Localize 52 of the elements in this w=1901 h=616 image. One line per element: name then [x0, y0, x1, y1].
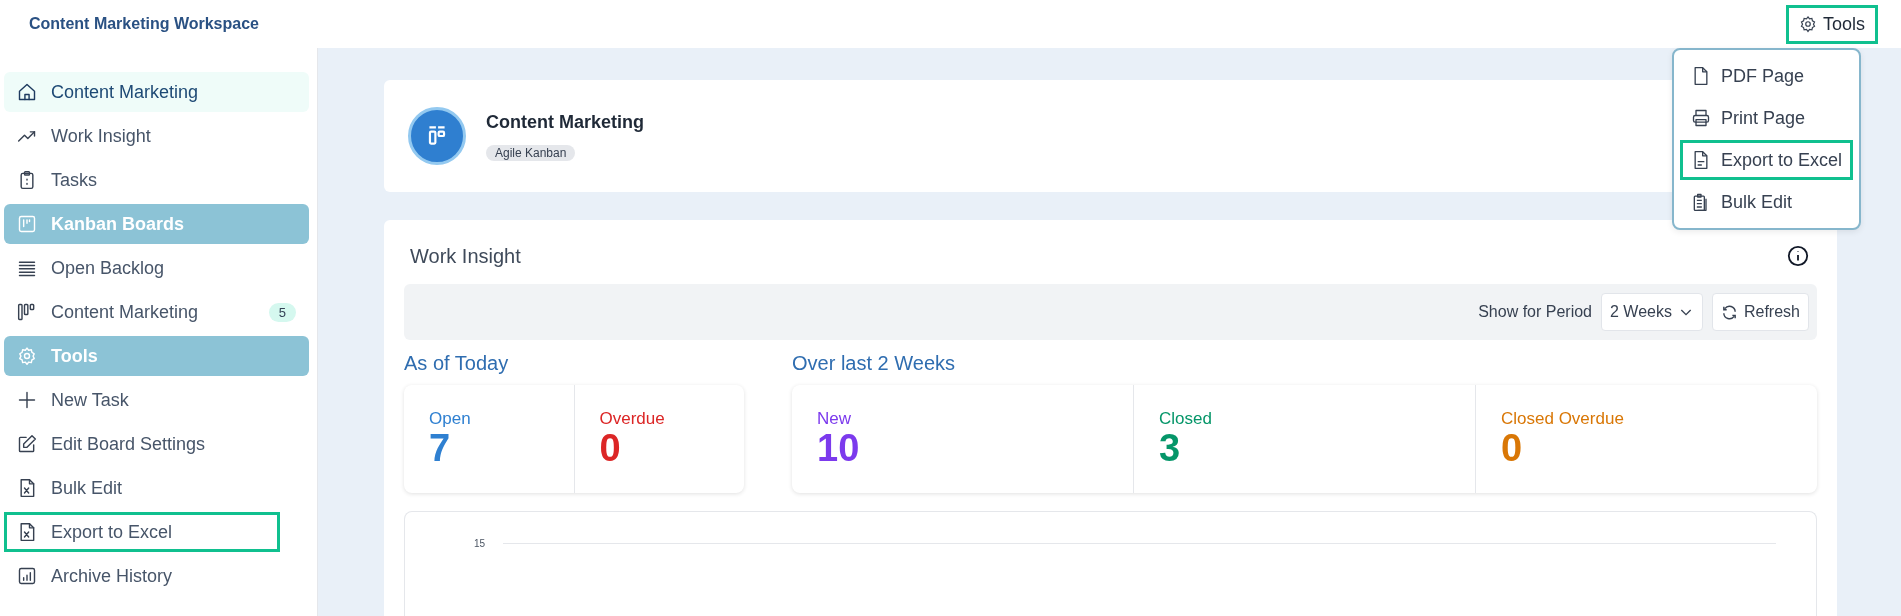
- workspace-title: Content Marketing Workspace: [29, 15, 259, 33]
- stat-label: New: [817, 409, 852, 430]
- list-icon: [17, 258, 37, 278]
- xfile-icon: [17, 522, 37, 542]
- stat-value: 10: [817, 429, 861, 469]
- stat-value: 3: [1159, 429, 1182, 469]
- section-title: Work Insight: [410, 244, 521, 268]
- stat-value: 0: [1501, 429, 1524, 469]
- period-dropdown[interactable]: 2 Weeks: [1601, 293, 1703, 331]
- tools-button[interactable]: Tools: [1785, 4, 1878, 44]
- stat-label: Overdue: [599, 409, 666, 430]
- home-icon: [17, 82, 37, 102]
- sidebar-item[interactable]: Work Insight: [4, 116, 309, 156]
- stat-label: Open: [429, 409, 472, 430]
- sidebar-item[interactable]: Open Backlog: [4, 248, 309, 288]
- xfile-icon: [17, 478, 37, 498]
- edit-icon: [17, 434, 37, 454]
- board-icon: [17, 214, 37, 234]
- sidebar-item[interactable]: New Task: [4, 380, 309, 420]
- menu-item[interactable]: Bulk Edit: [1679, 182, 1853, 222]
- sidebar-item[interactable]: Content Marketing: [4, 72, 309, 112]
- refresh-icon: [1720, 303, 1738, 321]
- gear-icon: [17, 346, 37, 366]
- settings-icon: [1798, 15, 1817, 33]
- info-icon[interactable]: [1787, 245, 1809, 267]
- stat-label: Closed: [1159, 409, 1213, 430]
- period-label: Show for Period: [1478, 303, 1592, 321]
- menu-item[interactable]: PDF Page: [1679, 56, 1853, 96]
- stat-label: Closed Overdue: [1501, 409, 1625, 430]
- board-avatar-icon: [408, 107, 466, 165]
- sidebar-item[interactable]: Edit Board Settings: [4, 424, 309, 464]
- clipboard-icon: [17, 170, 37, 190]
- sidebar-item[interactable]: Bulk Edit: [4, 468, 309, 508]
- group-title: As of Today: [404, 352, 510, 375]
- sidebar-item[interactable]: Content Marketing 5: [4, 292, 309, 332]
- board-type-tag: Agile Kanban: [486, 144, 576, 161]
- stat-value: 7: [429, 429, 452, 469]
- refresh-button[interactable]: Refresh: [1711, 293, 1809, 331]
- sidebar-item[interactable]: Tasks: [4, 160, 309, 200]
- printer-icon: [1690, 108, 1711, 128]
- sidebar-item[interactable]: Export to Excel: [4, 512, 280, 552]
- group-title: Over last 2 Weeks: [792, 352, 957, 375]
- count-badge: 5: [268, 302, 296, 322]
- columns-icon: [17, 302, 37, 322]
- chart-icon: [17, 566, 37, 586]
- sidebar-item[interactable]: Archive History: [4, 556, 309, 596]
- menu-item[interactable]: Export to Excel: [1679, 140, 1853, 180]
- menu-item[interactable]: Print Page: [1679, 98, 1853, 138]
- plus-icon: [17, 390, 37, 410]
- board-title: Content Marketing: [486, 111, 644, 133]
- axis-tick-label: 15: [472, 538, 485, 549]
- stat-value: 0: [599, 429, 622, 469]
